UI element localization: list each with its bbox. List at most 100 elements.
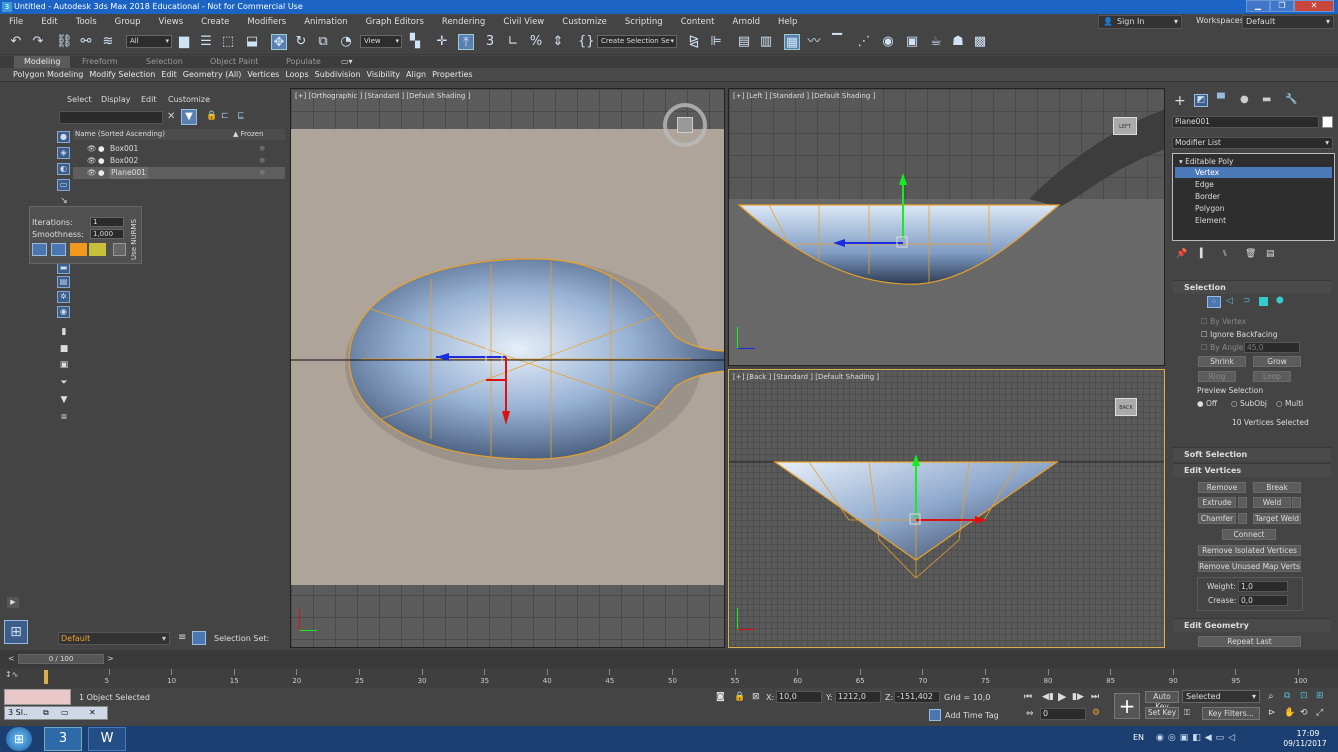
absolute-mode-icon[interactable]: ⊠ <box>752 692 760 702</box>
tab-populate[interactable]: Populate <box>286 56 321 68</box>
menu-scripting[interactable]: Scripting <box>616 14 672 31</box>
time-slider-thumb[interactable]: 0 / 100 <box>18 654 104 664</box>
display-color-swatch[interactable] <box>70 243 87 256</box>
key-mode-icon[interactable]: ⇔ <box>1026 709 1034 719</box>
menu-views[interactable]: Views <box>150 14 193 31</box>
utilities-tab-icon[interactable]: 🔧 <box>1285 94 1297 105</box>
menu-create[interactable]: Create <box>192 14 238 31</box>
edit-geometry-rollout-header[interactable]: Edit Geometry <box>1173 618 1331 632</box>
ribbon-vertices[interactable]: Vertices <box>244 70 282 79</box>
ribbon-polygon-modeling[interactable]: Polygon Modeling <box>10 70 86 79</box>
percent-snap-icon[interactable]: % <box>528 34 544 50</box>
crease-spinner[interactable]: 0,0 <box>1238 595 1288 606</box>
keyboard-shortcut-override-icon[interactable]: ⤒ <box>458 34 474 50</box>
select-by-name-icon[interactable]: ☰ <box>198 34 214 50</box>
filter-toggle-icon[interactable]: ▼ <box>58 394 70 406</box>
remove-isolated-vertices-button[interactable]: Remove Isolated Vertices <box>1198 545 1301 556</box>
viewport-orthographic[interactable]: [+] [Orthographic ] [Standard ] [Default… <box>290 88 725 648</box>
frozen-column-header[interactable]: ▲ Frozen <box>233 129 264 140</box>
preview-subobj-radio[interactable]: ○ SubObj <box>1231 399 1267 408</box>
tab-modeling[interactable]: Modeling <box>14 56 71 68</box>
visibility-icon[interactable]: 👁 <box>87 143 97 155</box>
menu-file[interactable]: File <box>0 14 32 31</box>
scene-tab-select[interactable]: Select <box>67 95 92 104</box>
redo-icon[interactable]: ↷ <box>30 34 46 50</box>
selection-filter-dropdown[interactable]: All ▾ <box>126 35 172 48</box>
reference-coordinate-dropdown[interactable]: View ▾ <box>360 35 402 48</box>
vertex-mode-icon[interactable]: ⁘ <box>1207 296 1221 308</box>
weight-spinner[interactable]: 1,0 <box>1238 581 1288 592</box>
border-mode-icon[interactable]: ⊃ <box>1243 296 1251 306</box>
material-editor-icon[interactable]: ◉ <box>880 34 896 50</box>
menu-help[interactable]: Help <box>769 14 806 31</box>
isolate-icon[interactable]: ◙ <box>716 692 725 702</box>
show-end-result-icon[interactable]: ▍ <box>1200 249 1207 259</box>
menu-group[interactable]: Group <box>106 14 150 31</box>
render-dot-icon[interactable]: ● <box>98 167 105 179</box>
filter-icon[interactable]: ▼ <box>181 109 197 125</box>
extrude-settings-icon[interactable] <box>1238 497 1247 508</box>
clear-search-icon[interactable]: ✕ <box>167 111 175 122</box>
link-icon[interactable]: ⛓ <box>56 34 73 50</box>
tray-icons[interactable]: ◉◎▣◧◀▭◁ <box>1156 733 1239 743</box>
edit-named-selection-icon[interactable]: {} <box>578 34 595 50</box>
go-to-start-icon[interactable]: ⏮ <box>1024 692 1032 702</box>
time-tag-icon[interactable] <box>929 709 941 721</box>
previous-frame-icon[interactable]: ◀▮ <box>1042 692 1054 702</box>
tab-selection[interactable]: Selection <box>146 56 183 68</box>
select-object-icon[interactable]: ▆ <box>176 34 192 50</box>
layer-icon[interactable]: ⧈ <box>58 411 70 423</box>
go-to-end-icon[interactable]: ⏭ <box>1091 692 1099 702</box>
pan-icon[interactable]: ✋ <box>1284 708 1295 718</box>
selection-set-icon[interactable] <box>192 631 206 645</box>
spinner-snap-icon[interactable]: ⇕ <box>550 34 566 50</box>
render-color-swatch[interactable] <box>89 243 106 256</box>
viewport-label[interactable]: [+] [Back ] [Standard ] [Default Shading… <box>733 373 879 381</box>
hierarchy-icon[interactable]: ⊏ <box>221 111 229 121</box>
configure-sets-icon[interactable]: ▤ <box>1266 249 1275 259</box>
auto-key-button[interactable]: Auto Key <box>1145 691 1179 711</box>
zoom-extents-all-icon[interactable]: ⊞ <box>1316 691 1324 701</box>
by-vertex-checkbox[interactable]: ☐ By Vertex <box>1201 317 1246 326</box>
extrude-button[interactable]: Extrude <box>1198 497 1236 508</box>
chamfer-settings-icon[interactable] <box>1238 513 1247 524</box>
menu-content[interactable]: Content <box>672 14 724 31</box>
layer-explorer-icon[interactable]: ▥ <box>758 34 774 50</box>
set-key-button[interactable]: Set Key <box>1145 707 1179 719</box>
weld-settings-icon[interactable] <box>1292 497 1301 508</box>
menu-customize[interactable]: Customize <box>553 14 616 31</box>
tab-freeform[interactable]: Freeform <box>82 56 118 68</box>
snaps-toggle-icon[interactable]: 3 <box>482 34 498 50</box>
undo-icon[interactable]: ↶ <box>8 34 24 50</box>
current-frame-marker[interactable] <box>44 670 48 684</box>
toggle-ribbon-icon[interactable]: ▦ <box>784 34 800 50</box>
viewcube[interactable] <box>677 117 693 133</box>
menu-animation[interactable]: Animation <box>295 14 356 31</box>
add-time-tag[interactable]: Add Time Tag <box>945 711 999 720</box>
maximize-viewport-icon[interactable]: ⤢ <box>1316 708 1323 718</box>
scene-tab-edit[interactable]: Edit <box>141 95 157 104</box>
close-icon[interactable]: ✕ <box>89 707 96 719</box>
shrink-button[interactable]: Shrink <box>1198 356 1246 367</box>
maximize-button[interactable]: ❐ <box>1270 0 1294 12</box>
window-crossing-icon[interactable]: ⬓ <box>244 34 260 50</box>
selection-rollout-header[interactable]: Selection <box>1173 280 1331 294</box>
selection-lock-icon[interactable]: 🔒 <box>734 692 745 702</box>
render-frame-icon[interactable]: ☕ <box>928 34 944 50</box>
restore-icon[interactable]: ⧉ <box>43 707 49 719</box>
viewcube[interactable]: LEFT <box>1113 117 1137 135</box>
clock-date[interactable]: 09/11/2017 <box>1280 739 1330 748</box>
list-item[interactable]: 👁 ● Plane001 ❄ <box>73 167 285 179</box>
render-setup-icon[interactable]: ▣ <box>904 34 920 50</box>
mini-window[interactable]: 3 Sl.. ⧉ ▭ ✕ <box>4 706 108 720</box>
zoom-icon[interactable]: ⌕ <box>1268 691 1274 702</box>
zoom-all-icon[interactable]: ⧉ <box>1284 691 1290 701</box>
hierarchy-expand-icon[interactable]: ⊑ <box>237 111 245 121</box>
key-filters-button[interactable]: Key Filters... <box>1202 707 1260 720</box>
next-frame-icon[interactable]: > <box>107 654 114 663</box>
menu-edit[interactable]: Edit <box>32 14 66 31</box>
play-icon[interactable]: ▶ <box>1058 690 1066 703</box>
prev-frame-icon[interactable]: < <box>8 654 15 663</box>
maxscript-listener[interactable] <box>4 689 71 705</box>
smoothness-field[interactable]: 1,000 <box>90 229 124 239</box>
